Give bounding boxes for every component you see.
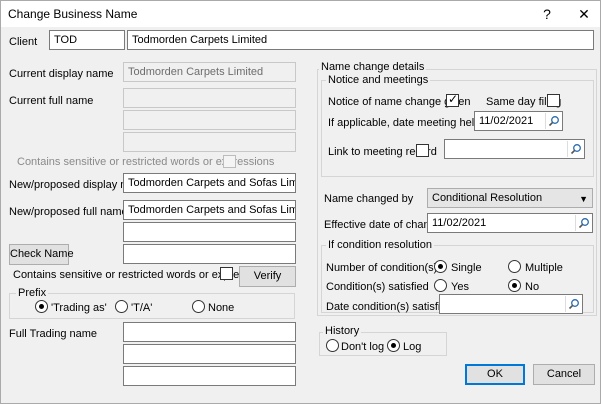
history-dont-log-label: Don't log: [341, 341, 385, 353]
check-name-button[interactable]: Check Name: [9, 244, 74, 265]
current-full-name-label: Current full name: [9, 95, 94, 107]
prefix-group-title: Prefix: [16, 287, 49, 299]
client-code-field[interactable]: TOD: [49, 30, 125, 50]
cancel-button[interactable]: Cancel: [533, 364, 595, 385]
chevron-down-icon: ▼: [579, 194, 588, 204]
notice-meetings-title: Notice and meetings: [326, 74, 431, 86]
prefix-radio-trading-as[interactable]: [35, 300, 48, 313]
sensitive-words-checkbox-current: [223, 155, 236, 168]
name-changed-by-label: Name changed by: [324, 193, 414, 205]
effective-date-field[interactable]: 11/02/2021: [427, 213, 593, 233]
verify-button[interactable]: Verify: [239, 266, 296, 287]
current-full-name-line-3: [123, 132, 296, 152]
client-label: Client: [9, 36, 38, 48]
magnifier-icon: [568, 299, 579, 310]
name-change-details-title: Name change details: [319, 61, 427, 73]
satisfied-yes-radio[interactable]: [434, 279, 447, 292]
effective-date-label: Effective date of change: [324, 219, 442, 231]
effective-date-value: 11/02/2021: [432, 217, 487, 229]
name-changed-by-select[interactable]: Conditional Resolution ▼: [427, 188, 593, 208]
effective-date-calendar-button[interactable]: [575, 215, 591, 231]
magnifier-icon: [578, 218, 589, 229]
prefix-radio-none[interactable]: [192, 300, 205, 313]
link-meeting-lookup-button[interactable]: [567, 141, 583, 157]
full-trading-name-line-3[interactable]: [123, 366, 296, 386]
condition-resolution-title: If condition resolution: [326, 239, 434, 251]
current-display-name-field: Todmorden Carpets Limited: [123, 62, 296, 82]
conditions-multiple-label: Multiple: [525, 262, 563, 274]
name-changed-by-value: Conditional Resolution: [432, 192, 543, 204]
meeting-date-value: 11/02/2021: [479, 115, 534, 127]
satisfied-no-radio[interactable]: [508, 279, 521, 292]
new-full-name-line-2[interactable]: [123, 222, 296, 242]
history-dont-log-radio[interactable]: [326, 339, 339, 352]
number-of-conditions-label: Number of condition(s): [326, 262, 438, 274]
prefix-radio-ta[interactable]: [115, 300, 128, 313]
title-bar: Change Business Name ? ✕: [1, 1, 600, 27]
new-full-name-line-3[interactable]: [123, 244, 296, 264]
history-log-label: Log: [403, 341, 422, 353]
history-title: History: [323, 325, 362, 337]
same-day-filing-checkbox[interactable]: [547, 94, 560, 107]
link-meeting-field[interactable]: [444, 139, 585, 159]
full-trading-name-line-1[interactable]: [123, 322, 296, 342]
change-business-name-dialog: Change Business Name ? ✕ Client TOD Todm…: [0, 0, 601, 404]
new-full-name-line-1[interactable]: Todmorden Carpets and Sofas Limited: [123, 200, 296, 220]
new-full-name-label: New/proposed full name: [9, 206, 128, 218]
ok-button[interactable]: OK: [465, 364, 525, 385]
meeting-date-label: If applicable, date meeting held: [328, 117, 481, 129]
notice-given-checkbox[interactable]: ✓: [446, 92, 459, 107]
date-satisfied-calendar-button[interactable]: [565, 296, 581, 312]
prefix-none-label: None: [208, 302, 235, 314]
history-log-radio[interactable]: [387, 339, 400, 352]
conditions-single-label: Single: [451, 262, 482, 274]
link-meeting-checkbox[interactable]: [416, 144, 429, 157]
sensitive-words-checkbox-new[interactable]: [220, 267, 233, 280]
current-full-name-line-2: [123, 110, 296, 130]
meeting-date-calendar-button[interactable]: [545, 113, 561, 129]
client-name-field[interactable]: Todmorden Carpets Limited: [127, 30, 594, 50]
conditions-satisfied-label: Condition(s) satisfied: [326, 281, 429, 293]
magnifier-icon: [570, 144, 581, 155]
date-satisfied-label: Date condition(s) satisfied: [326, 301, 453, 313]
prefix-trading-as-label: 'Trading as': [51, 302, 107, 314]
check-icon: ✓: [448, 92, 459, 106]
close-button[interactable]: ✕: [572, 4, 596, 24]
full-trading-name-label: Full Trading name: [9, 328, 98, 340]
conditions-multiple-radio[interactable]: [508, 260, 521, 273]
full-trading-name-line-2[interactable]: [123, 344, 296, 364]
window-title: Change Business Name: [8, 7, 138, 21]
prefix-ta-label: 'T/A': [131, 302, 153, 314]
conditions-single-radio[interactable]: [434, 260, 447, 273]
date-satisfied-field[interactable]: [439, 294, 583, 314]
satisfied-no-label: No: [525, 281, 540, 293]
satisfied-yes-label: Yes: [451, 281, 469, 293]
help-button[interactable]: ?: [535, 4, 559, 24]
magnifier-icon: [548, 116, 559, 127]
current-full-name-line-1: [123, 88, 296, 108]
current-display-name-label: Current display name: [9, 68, 114, 80]
meeting-date-field[interactable]: 11/02/2021: [474, 111, 563, 131]
new-display-name-field[interactable]: Todmorden Carpets and Sofas Limited: [123, 173, 296, 193]
